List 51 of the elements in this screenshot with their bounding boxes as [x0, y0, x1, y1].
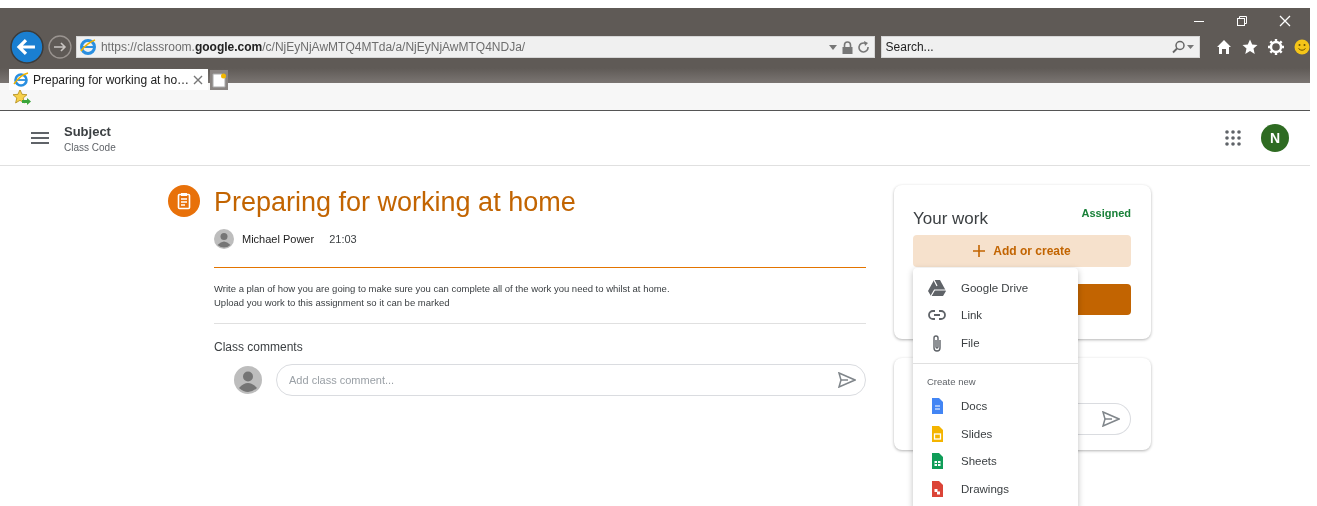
back-icon[interactable] [10, 30, 44, 64]
smiley-icon[interactable] [1294, 39, 1310, 55]
plus-icon [973, 245, 986, 257]
card-title: Your work [913, 209, 988, 229]
favorites-icon[interactable] [12, 88, 31, 105]
comment-field[interactable]: Add class comment... [276, 364, 866, 396]
post-time: 21:03 [329, 233, 357, 245]
status-label: Assigned [1081, 207, 1131, 219]
person-avatar [214, 229, 234, 249]
menu-icon[interactable] [31, 132, 49, 144]
class-code: Class Code [64, 141, 116, 153]
menu-item[interactable]: Google Drive [913, 274, 1078, 302]
new-tab-button[interactable] [210, 70, 229, 90]
lock-icon [841, 40, 853, 54]
menu-section-label: Create new [926, 374, 977, 389]
search-icon[interactable] [1171, 40, 1195, 54]
refresh-icon[interactable] [857, 40, 870, 54]
send-icon[interactable] [1102, 411, 1120, 427]
url-text: https://classroom.google.com/c/NjEyNjAwMTQ4MTda/a/NjEyNjAwMTQ4NDJa/ [100, 40, 527, 54]
comments-heading: Class comments [214, 340, 304, 354]
person-avatar [234, 366, 262, 394]
assignment-description: Write a plan of how you are going to make sure you can complete all of the work you need to whilst at home. Upload you work to this assignment so it can be marked [214, 268, 866, 324]
forward-icon[interactable] [47, 35, 72, 59]
account-avatar[interactable]: N [1261, 124, 1289, 152]
star-icon[interactable] [1242, 39, 1258, 55]
apps-icon[interactable] [1225, 130, 1241, 146]
settings-icon[interactable] [1268, 39, 1284, 55]
send-icon[interactable] [838, 372, 856, 388]
home-icon[interactable] [1216, 39, 1232, 55]
author-name: Michael Power [242, 233, 315, 245]
new-tab-icon [212, 72, 227, 88]
search-field[interactable]: Search... [880, 36, 1200, 58]
restore-icon[interactable] [1236, 15, 1248, 27]
menu-item[interactable]: Docs [913, 392, 1078, 420]
drive-icon [928, 278, 946, 297]
browser-logo-icon [78, 38, 97, 56]
browser-logo-icon [13, 71, 29, 88]
browser-tab[interactable]: Preparing for working at ho… [9, 69, 209, 90]
menu-item[interactable]: Drawings [913, 475, 1078, 503]
search-placeholder: Search... [885, 40, 935, 54]
class-title[interactable]: Subject [64, 123, 116, 139]
address-bar[interactable]: https://classroom.google.com/c/NjEyNjAwMTQ4MTda/a/NjEyNjAwMTQ4NDJa/ [75, 36, 875, 58]
close-icon[interactable] [193, 74, 204, 85]
menu-item[interactable]: File [913, 329, 1078, 357]
assignment-title: Preparing for working at home [214, 186, 577, 219]
menu-item[interactable]: Sheets [913, 447, 1078, 475]
tab-title: Preparing for working at ho… [33, 72, 190, 87]
assignment-icon [168, 185, 200, 217]
dropdown-icon[interactable] [828, 44, 837, 50]
menu-item[interactable]: Link [913, 301, 1078, 329]
menu-item[interactable]: Slides [913, 420, 1078, 448]
